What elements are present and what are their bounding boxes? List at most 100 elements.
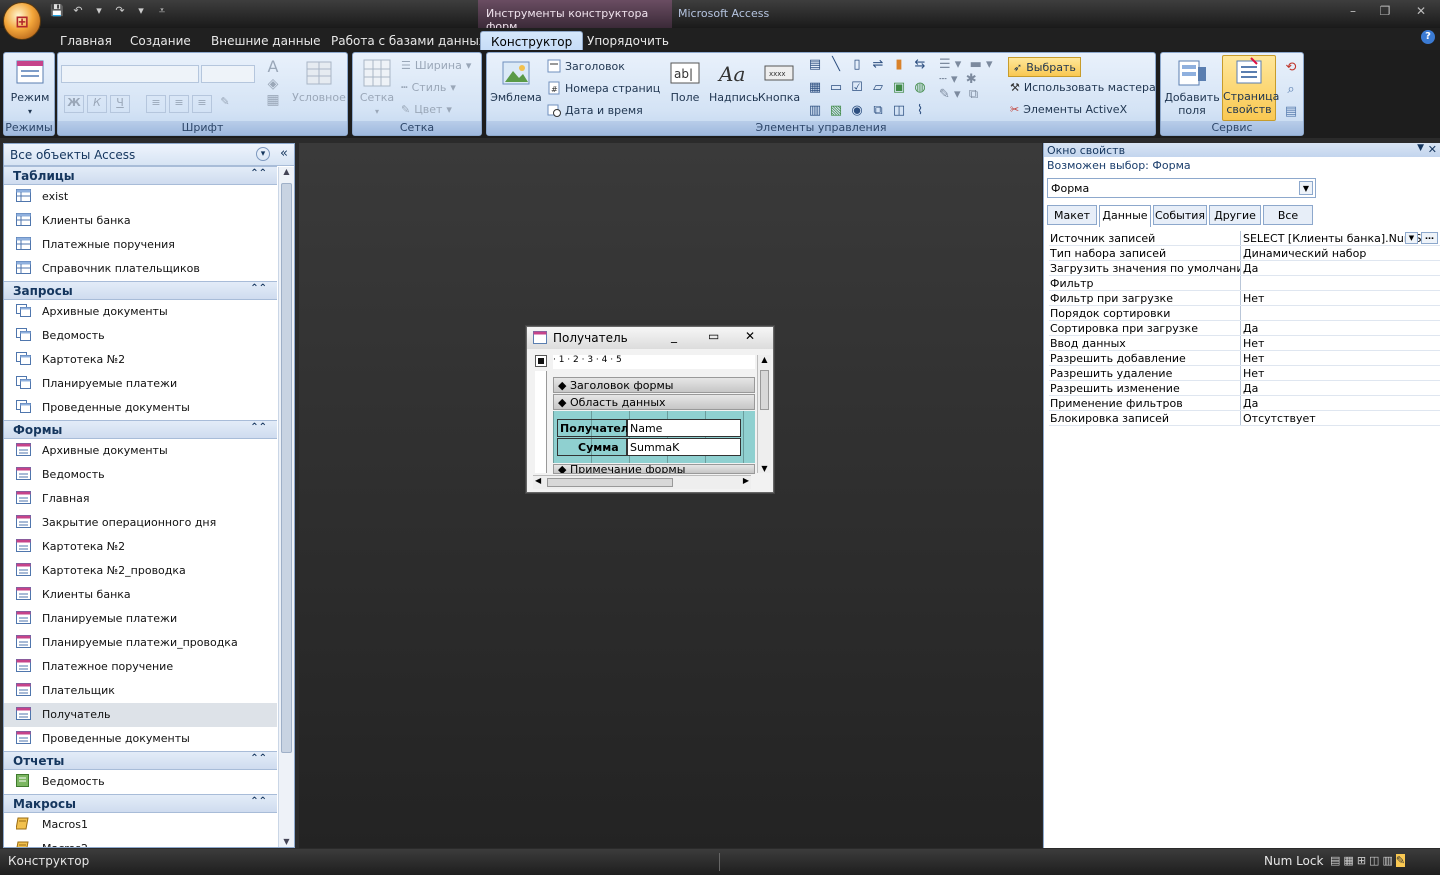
property-row[interactable]: Загрузить значения по умолчанию Да [1049,261,1440,276]
list-icon[interactable]: ▤ [805,57,825,79]
form-selector[interactable] [535,355,547,367]
combo-box-icon[interactable]: ▦ [805,80,825,102]
form-vertical-scrollbar[interactable]: ▲ ▼ [757,355,771,473]
nav-item-forms[interactable]: Клиенты банка [4,583,277,607]
property-row[interactable]: Порядок сортировки [1049,306,1440,321]
collapse-chevron-icon[interactable]: ⌃⌃ [250,422,267,433]
nav-section-macros[interactable]: Макросы ⌃⌃ [4,794,277,813]
field-summak[interactable]: SummaK [627,438,741,456]
scroll-left-icon[interactable]: ◀ [535,476,541,485]
tab-format[interactable]: Макет [1047,205,1097,225]
pivot-table-icon[interactable]: ⊞ [1357,854,1366,867]
font-color-tools[interactable]: A ◈ ▦ [258,57,288,127]
office-button[interactable]: ⊞ [3,2,41,40]
view-code-icon[interactable]: ⌕ [1281,79,1301,101]
label-button[interactable]: Aa Надпись [709,57,759,104]
nav-section-reports[interactable]: Отчеты ⌃⌃ [4,751,277,770]
add-existing-fields-button[interactable]: Добавить поля [1164,57,1220,117]
datasheet-view-icon[interactable]: ▦ [1343,854,1353,867]
underline-icon[interactable]: Ч [110,95,130,113]
nav-item-forms[interactable]: Картотека №2 [4,535,277,559]
command-button-button[interactable]: xxxx Кнопка [757,57,801,104]
gridlines-button[interactable]: Сетка ▾ [357,57,397,117]
nav-item-queries[interactable]: Архивные документы [4,300,277,324]
property-value[interactable]: Да [1241,396,1440,410]
nav-item-tables[interactable]: exist [4,185,277,209]
property-row[interactable]: Разрешить изменение Да [1049,381,1440,396]
nav-item-forms[interactable]: Плательщик [4,679,277,703]
nav-item-forms[interactable]: Получатель [4,703,277,727]
tab-home[interactable]: Главная [60,31,112,50]
collapse-chevron-icon[interactable]: ⌃⌃ [250,796,267,807]
property-value[interactable]: Да [1241,381,1440,395]
property-row[interactable]: Источник записей SELECT [Клиенты банка].N… [1049,231,1440,246]
property-row[interactable]: Фильтр [1049,276,1440,291]
page-numbers-button[interactable]: # Номера страниц [547,81,660,95]
scroll-thumb[interactable] [547,478,673,487]
nav-item-tables[interactable]: Клиенты банка [4,209,277,233]
nav-item-queries[interactable]: Картотека №2 [4,348,277,372]
format-painter-icon[interactable]: ✎ [215,95,235,113]
minimize-icon[interactable]: – [1346,4,1360,18]
field-name[interactable]: Name [627,419,741,437]
nav-item-forms[interactable]: Архивные документы [4,439,277,463]
collapse-chevron-icon[interactable]: ⌃⌃ [250,168,267,179]
collapse-chevron-icon[interactable]: ⌃⌃ [250,753,267,764]
property-row[interactable]: Ввод данных Нет [1049,336,1440,351]
property-sheet-button[interactable]: Страница свойств [1222,55,1279,121]
property-value[interactable]: Нет [1241,291,1440,305]
grid-color-button[interactable]: ✎ Цвет ▾ [401,103,452,116]
scroll-right-icon[interactable]: ▶ [743,476,749,485]
nav-item-tables[interactable]: Платежные поручения [4,233,277,257]
select-button[interactable]: ➶ Выбрать [1008,57,1081,77]
scroll-up-icon[interactable]: ▲ [279,167,294,176]
tab-control-icon[interactable]: ⇌ [868,57,888,79]
title-button[interactable]: Заголовок [547,59,625,73]
property-row[interactable]: Фильтр при загрузке Нет [1049,291,1440,306]
minimize-icon[interactable]: _ [671,329,677,343]
property-row[interactable]: Применение фильтров Да [1049,396,1440,411]
nav-item-forms[interactable]: Ведомость [4,463,277,487]
builder-ellipsis-icon[interactable]: … [1421,232,1438,244]
help-icon[interactable]: ? [1421,30,1435,44]
nav-item-queries[interactable]: Ведомость [4,324,277,348]
customize-qat-icon[interactable]: ⩡ [155,4,169,20]
save-icon[interactable]: 💾 [50,4,64,20]
label-recipient[interactable]: Получатель [557,419,636,437]
align-right-icon[interactable]: ≡ [192,95,212,113]
hyperlink-icon[interactable]: ◍ [910,80,930,102]
nav-section-tables[interactable]: Таблицы ⌃⌃ [4,166,277,185]
chevron-down-icon[interactable]: ▼ [1417,143,1424,153]
navigation-pane-header[interactable]: Все объекты Access ▾ « [4,144,294,166]
nav-item-macros[interactable]: Macros1 [4,813,277,837]
tab-events[interactable]: События [1153,205,1207,225]
grid-style-button[interactable]: ┅ Стиль ▾ [401,81,456,94]
nav-item-forms[interactable]: Планируемые платежи_проводка [4,631,277,655]
form-horizontal-scrollbar[interactable]: ◀ ▶ [533,475,751,489]
font-size-select[interactable] [201,65,255,83]
layout-view-icon[interactable]: ▥ [1382,854,1392,867]
collapse-pane-icon[interactable]: « [280,146,288,161]
nav-item-queries[interactable]: Планируемые платежи [4,372,277,396]
nav-item-macros[interactable]: Macros2 [4,837,277,847]
scroll-down-icon[interactable]: ▼ [279,837,294,846]
tab-data[interactable]: Данные [1099,205,1151,227]
form-footer-bar[interactable]: ◆ Примечание формы [553,464,755,474]
close-icon[interactable]: ✕ [745,329,755,343]
form-window-titlebar[interactable]: Получатель _ ▭ ✕ [527,327,773,349]
bold-icon[interactable]: Ж [64,95,84,113]
design-view-icon[interactable]: ✎ [1395,854,1406,867]
property-value[interactable]: Нет [1241,351,1440,365]
redo-icon[interactable]: ↷ [113,4,127,20]
nav-item-forms[interactable]: Закрытие операционного дня [4,511,277,535]
property-value[interactable]: Динамический набор [1241,246,1440,260]
form-header-bar[interactable]: ◆ Заголовок формы [553,377,755,393]
collapse-chevron-icon[interactable]: ⌃⌃ [250,283,267,294]
property-value[interactable]: Нет [1241,336,1440,350]
logo-button[interactable]: Эмблема [490,57,542,104]
tab-other[interactable]: Другие [1209,205,1261,225]
property-value[interactable]: Нет [1241,366,1440,380]
property-value[interactable]: Да [1241,321,1440,335]
scroll-down-icon[interactable]: ▼ [758,464,771,473]
page-break-icon[interactable]: ▯ [847,57,867,79]
